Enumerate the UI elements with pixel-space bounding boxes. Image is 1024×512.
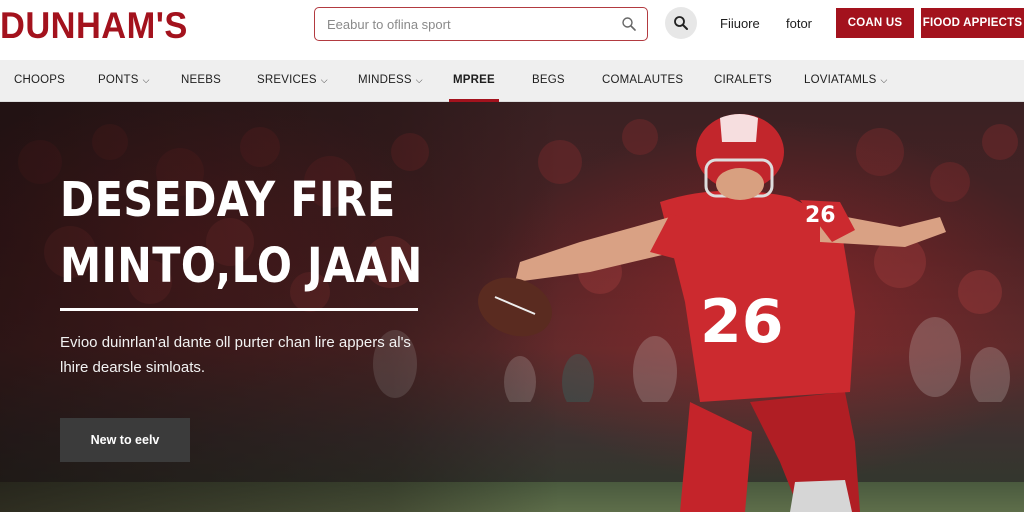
hero-title-line-1: DESEDAY FIRE [60, 172, 396, 228]
header-link-1[interactable]: Fiiuore [720, 16, 760, 31]
nav-label: NEEBS [181, 74, 221, 86]
find-products-button[interactable]: FIOOD APPIECTS [921, 8, 1024, 38]
nav-label: CIRALETS [714, 74, 772, 86]
football-player-image: 26 26 [478, 114, 946, 512]
main-nav: CHOOPS PONTS ⌵ NEEBS SREVICES ⌵ MINDESS ⌵ M… [0, 60, 1024, 102]
brand-logo[interactable]: DUNHAM'S [0, 5, 188, 47]
jersey-number: 26 [700, 287, 784, 357]
contact-button[interactable]: COAN US [836, 8, 914, 38]
hero-cta-button[interactable]: New to eelv [60, 418, 190, 462]
hero-title-line-2: MINTO,LO JAAN [60, 238, 423, 294]
chevron-down-icon: ⌵ [142, 75, 150, 85]
site-header: DUNHAM'S Fiiuore fotor COAN US FIOOD APP… [0, 0, 1024, 60]
nav-item-loviatamls[interactable]: LOVIATAMLS ⌵ [804, 74, 888, 86]
nav-item-choops[interactable]: CHOOPS [14, 74, 65, 86]
nav-label: MINDESS [358, 74, 412, 86]
search-button[interactable] [665, 7, 697, 39]
magnifier-icon [674, 16, 688, 30]
nav-item-srevices[interactable]: SREVICES ⌵ [257, 74, 328, 86]
hero-divider [60, 308, 418, 311]
sleeve-number: 26 [805, 203, 836, 228]
nav-label: PONTS [98, 74, 139, 86]
chevron-down-icon: ⌵ [320, 75, 328, 85]
header-link-2[interactable]: fotor [786, 16, 812, 31]
search-field[interactable] [314, 7, 648, 41]
nav-item-neebs[interactable]: NEEBS [181, 74, 221, 86]
nav-label: BEGS [532, 74, 565, 86]
nav-label: LOVIATAMLS [804, 74, 877, 86]
nav-item-mpree[interactable]: MPREE [453, 74, 495, 86]
nav-item-ponts[interactable]: PONTS ⌵ [98, 74, 150, 86]
nav-item-comalautes[interactable]: COMALAUTES [602, 74, 683, 86]
hero-subtitle: Evioo duinrlan'al dante oll purter chan … [60, 334, 411, 376]
hero-banner: 26 26 DESEDAY FIRE MINTO,LO JAAN Evioo d… [0, 102, 1024, 512]
nav-label: CHOOPS [14, 74, 66, 86]
nav-item-begs[interactable]: BEGS [532, 74, 565, 86]
nav-label: SREVICES [257, 74, 317, 86]
nav-item-mindess[interactable]: MINDESS ⌵ [358, 74, 423, 86]
search-input[interactable] [327, 15, 617, 33]
chevron-down-icon: ⌵ [415, 75, 423, 85]
chevron-down-icon: ⌵ [880, 75, 888, 85]
nav-label: MPREE [453, 74, 495, 86]
nav-label: COMALAUTES [602, 74, 684, 86]
search-icon [622, 17, 636, 31]
nav-item-ciralets[interactable]: CIRALETS [714, 74, 772, 86]
